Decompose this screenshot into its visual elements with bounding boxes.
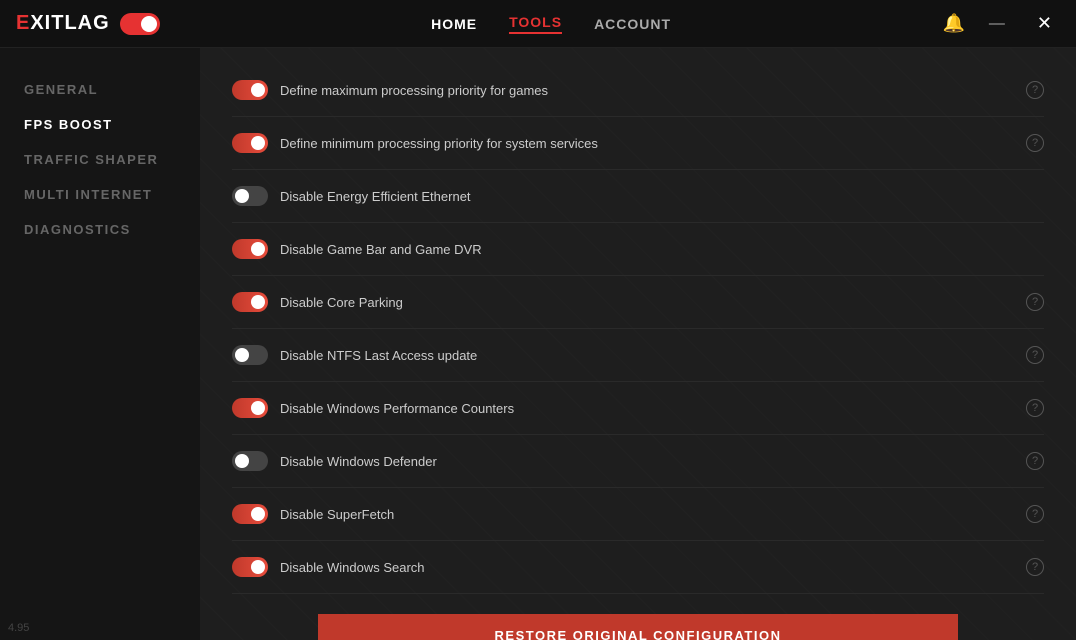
- titlebar: EXITLAG HOME TOOLS ACCOUNT 🔔 — ✕: [0, 0, 1076, 48]
- label-energy-ethernet: Disable Energy Efficient Ethernet: [280, 189, 1044, 204]
- setting-row-superfetch: Disable SuperFetch ?: [232, 488, 1044, 541]
- sidebar-item-general[interactable]: GENERAL: [0, 72, 200, 107]
- help-win-search[interactable]: ?: [1026, 558, 1044, 576]
- setting-row-game-bar: Disable Game Bar and Game DVR: [232, 223, 1044, 276]
- label-core-parking: Disable Core Parking: [280, 295, 1010, 310]
- toggle-superfetch[interactable]: [232, 504, 268, 524]
- sidebar-item-traffic-shaper[interactable]: TRAFFIC SHAPER: [0, 142, 200, 177]
- setting-row-ntfs-access: Disable NTFS Last Access update ?: [232, 329, 1044, 382]
- toggle-perf-counters[interactable]: [232, 398, 268, 418]
- main-nav: HOME TOOLS ACCOUNT: [431, 14, 671, 34]
- toggle-defender[interactable]: [232, 451, 268, 471]
- content-area: Define maximum processing priority for g…: [200, 48, 1076, 640]
- setting-row-defender: Disable Windows Defender ?: [232, 435, 1044, 488]
- logo-area: EXITLAG: [16, 12, 160, 35]
- setting-row-min-priority: Define minimum processing priority for s…: [232, 117, 1044, 170]
- toggle-min-priority[interactable]: [232, 133, 268, 153]
- app-logo: EXITLAG: [16, 12, 110, 35]
- help-min-priority[interactable]: ?: [1026, 134, 1044, 152]
- toggle-ntfs-access[interactable]: [232, 345, 268, 365]
- toggle-max-priority[interactable]: [232, 80, 268, 100]
- setting-row-perf-counters: Disable Windows Performance Counters ?: [232, 382, 1044, 435]
- label-superfetch: Disable SuperFetch: [280, 507, 1010, 522]
- setting-row-energy-ethernet: Disable Energy Efficient Ethernet: [232, 170, 1044, 223]
- label-min-priority: Define minimum processing priority for s…: [280, 136, 1010, 151]
- label-perf-counters: Disable Windows Performance Counters: [280, 401, 1010, 416]
- help-ntfs-access[interactable]: ?: [1026, 346, 1044, 364]
- restore-section: RESTORE ORIGINAL CONFIGURATION: [232, 594, 1044, 640]
- help-defender[interactable]: ?: [1026, 452, 1044, 470]
- nav-account[interactable]: ACCOUNT: [594, 16, 671, 32]
- window-controls: 🔔 — ✕: [942, 9, 1060, 38]
- minimize-button[interactable]: —: [981, 11, 1013, 37]
- logo-rest: XITLAG: [30, 12, 109, 34]
- main-layout: GENERAL FPS BOOST TRAFFIC SHAPER MULTI I…: [0, 48, 1076, 640]
- help-perf-counters[interactable]: ?: [1026, 399, 1044, 417]
- version-label: 4.95: [8, 622, 29, 634]
- setting-row-win-search: Disable Windows Search ?: [232, 541, 1044, 594]
- label-game-bar: Disable Game Bar and Game DVR: [280, 242, 1044, 257]
- toggle-game-bar[interactable]: [232, 239, 268, 259]
- sidebar-item-fps-boost[interactable]: FPS BOOST: [0, 107, 200, 142]
- label-ntfs-access: Disable NTFS Last Access update: [280, 348, 1010, 363]
- nav-tools[interactable]: TOOLS: [509, 14, 562, 34]
- label-defender: Disable Windows Defender: [280, 454, 1010, 469]
- close-button[interactable]: ✕: [1029, 9, 1060, 38]
- help-max-priority[interactable]: ?: [1026, 81, 1044, 99]
- nav-home[interactable]: HOME: [431, 16, 477, 32]
- toggle-win-search[interactable]: [232, 557, 268, 577]
- setting-row-core-parking: Disable Core Parking ?: [232, 276, 1044, 329]
- power-toggle[interactable]: [120, 13, 160, 35]
- sidebar-item-diagnostics[interactable]: DIAGNOSTICS: [0, 212, 200, 247]
- help-core-parking[interactable]: ?: [1026, 293, 1044, 311]
- settings-list: Define maximum processing priority for g…: [232, 64, 1044, 594]
- restore-button[interactable]: RESTORE ORIGINAL CONFIGURATION: [318, 614, 958, 640]
- label-max-priority: Define maximum processing priority for g…: [280, 83, 1010, 98]
- notification-icon[interactable]: 🔔: [942, 13, 964, 34]
- toggle-core-parking[interactable]: [232, 292, 268, 312]
- setting-row-max-priority: Define maximum processing priority for g…: [232, 64, 1044, 117]
- toggle-energy-ethernet[interactable]: [232, 186, 268, 206]
- logo-e: E: [16, 12, 30, 34]
- sidebar: GENERAL FPS BOOST TRAFFIC SHAPER MULTI I…: [0, 48, 200, 640]
- sidebar-item-multi-internet[interactable]: MULTI INTERNET: [0, 177, 200, 212]
- help-superfetch[interactable]: ?: [1026, 505, 1044, 523]
- label-win-search: Disable Windows Search: [280, 560, 1010, 575]
